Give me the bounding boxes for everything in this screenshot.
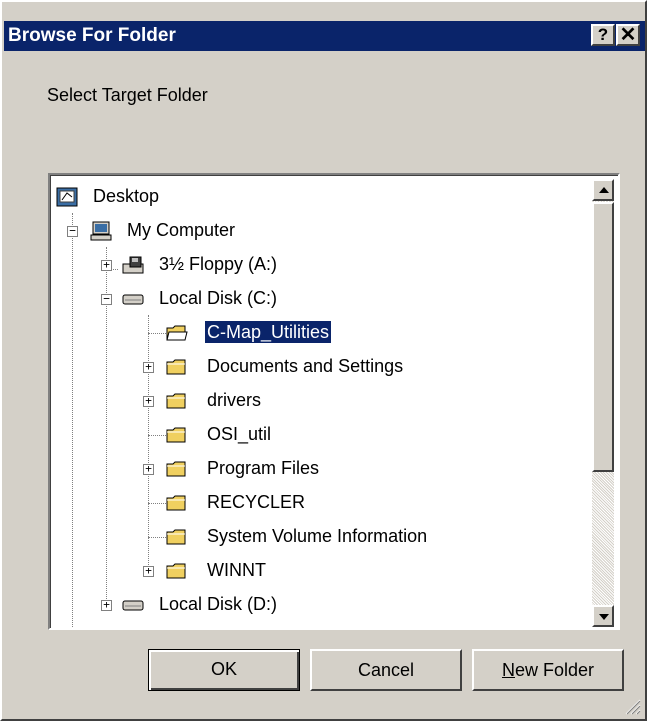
tree-item-c-map-utilities[interactable]: C-Map_Utilities: [203, 320, 333, 344]
tree-item-system-volume-information[interactable]: System Volume Information: [205, 525, 429, 547]
hard-drive-icon: [122, 600, 144, 611]
tree-item-drivers[interactable]: drivers: [205, 389, 263, 411]
close-button[interactable]: ✕: [616, 24, 640, 46]
tree-item-desktop[interactable]: Desktop: [91, 185, 161, 207]
new-folder-button[interactable]: New Folder: [472, 649, 624, 691]
computer-icon: [90, 221, 112, 241]
new-folder-mnemonic: N: [501, 660, 515, 680]
collapse-toggle[interactable]: −: [101, 293, 112, 305]
folder-icon: [166, 563, 186, 579]
browse-for-folder-dialog: Browse For Folder ? ✕ Select Target Fold…: [0, 0, 647, 721]
resize-grip-icon[interactable]: [623, 697, 641, 715]
scrollbar-thumb[interactable]: [592, 202, 614, 472]
folder-icon: [166, 529, 186, 545]
scroll-down-button[interactable]: [592, 605, 614, 627]
tree-item-program-files[interactable]: Program Files: [205, 457, 321, 479]
tree-item-local-disk-d[interactable]: Local Disk (D:): [157, 593, 279, 615]
ok-button[interactable]: OK: [148, 649, 300, 691]
tree-line: [72, 213, 73, 628]
tree-line: [148, 333, 166, 334]
tree-item-recycler[interactable]: RECYCLER: [205, 491, 307, 513]
tree-line: [148, 503, 166, 504]
tree-item-winnt[interactable]: WINNT: [205, 559, 268, 581]
collapse-toggle[interactable]: −: [67, 225, 78, 237]
folder-icon: [166, 427, 186, 443]
folder-icon: [166, 359, 186, 375]
expand-toggle[interactable]: +: [143, 395, 154, 407]
tree-line: [148, 435, 166, 436]
help-icon: ?: [597, 25, 609, 44]
hard-drive-icon: [122, 294, 144, 305]
folder-icon: [166, 393, 186, 409]
folder-open-icon: [166, 325, 188, 341]
new-folder-label: ew Folder: [514, 660, 595, 680]
close-icon: ✕: [619, 24, 637, 46]
tree-item-osi-util[interactable]: OSI_util: [205, 423, 273, 445]
expand-toggle[interactable]: +: [143, 565, 154, 577]
floppy-drive-icon: [122, 256, 144, 274]
title-bar[interactable]: Browse For Folder ? ✕: [4, 21, 645, 51]
expand-toggle[interactable]: +: [101, 599, 112, 611]
tree-item-local-disk-c[interactable]: Local Disk (C:): [157, 287, 279, 309]
folder-icon: [166, 495, 186, 511]
tree-line: [148, 537, 166, 538]
vertical-scrollbar[interactable]: [592, 179, 614, 627]
expand-toggle[interactable]: +: [101, 259, 112, 271]
cancel-button[interactable]: Cancel: [310, 649, 462, 691]
arrow-up-icon: [599, 187, 609, 193]
folder-tree[interactable]: Desktop − My Computer + 3½ Floppy (A:) −…: [48, 173, 620, 630]
folder-icon: [166, 461, 186, 477]
tree-item-my-computer[interactable]: My Computer: [125, 219, 237, 241]
expand-toggle[interactable]: +: [143, 361, 154, 373]
expand-toggle[interactable]: +: [143, 463, 154, 475]
window-title: Browse For Folder: [8, 25, 176, 46]
help-button[interactable]: ?: [591, 24, 615, 46]
folder-tree-viewport: Desktop − My Computer + 3½ Floppy (A:) −…: [50, 175, 618, 628]
instruction-text: Select Target Folder: [47, 85, 208, 105]
desktop-icon: [56, 187, 78, 207]
tree-item-documents-and-settings[interactable]: Documents and Settings: [205, 355, 405, 377]
scroll-up-button[interactable]: [592, 179, 614, 201]
tree-item-floppy[interactable]: 3½ Floppy (A:): [157, 253, 279, 275]
arrow-down-icon: [599, 614, 609, 620]
